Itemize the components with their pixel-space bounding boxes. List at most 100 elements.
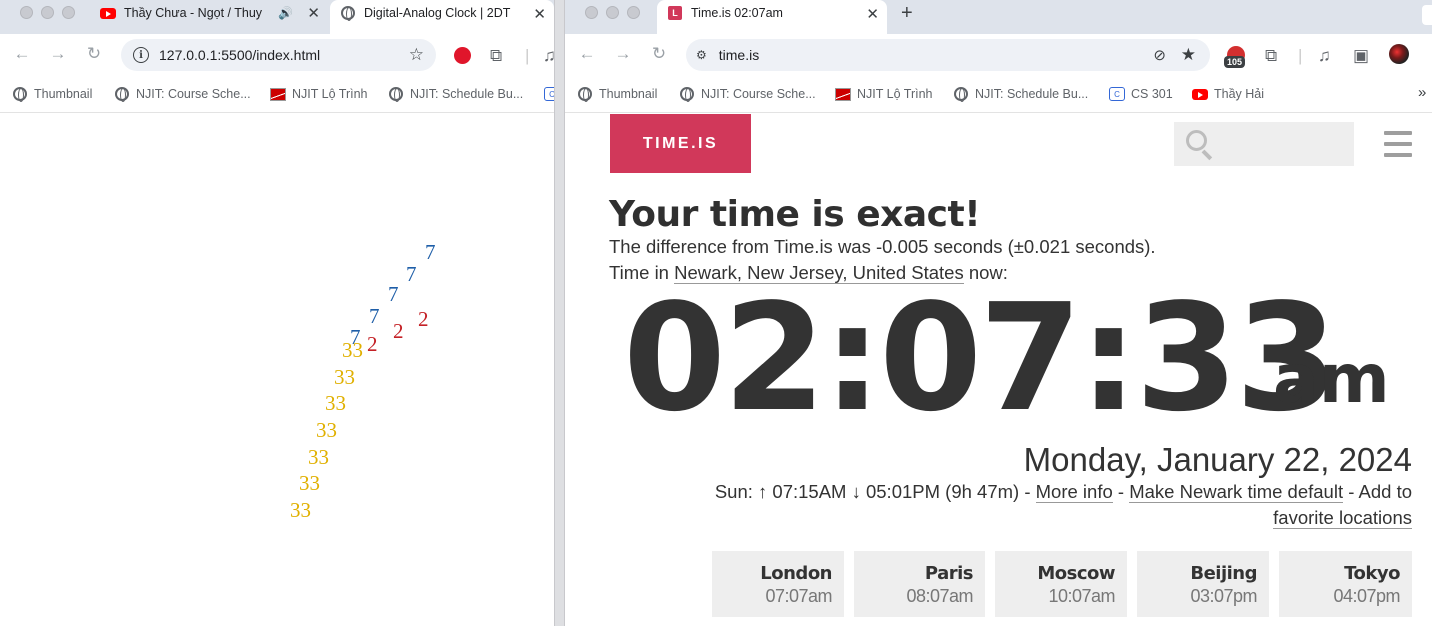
add-favorites-link[interactable]: favorite locations — [1273, 507, 1412, 529]
cs-icon: C — [544, 86, 554, 102]
close-tab-icon[interactable]: ✕ — [533, 5, 546, 23]
city-name: London — [760, 563, 832, 584]
tab-strip: Thầy Chưa - Ngọt / Thuy 🔊 ✕ Digital-Anal… — [0, 0, 554, 34]
clock-page: 7 7 7 7 7 2 2 2 33 33 33 33 33 33 33 — [0, 114, 554, 626]
address-bar[interactable]: ⚙ time.is ⊘ ★ — [686, 39, 1210, 71]
maximize-window-button[interactable] — [62, 6, 75, 19]
flag-icon — [835, 86, 851, 102]
globe-icon — [114, 86, 130, 102]
maximize-window-button[interactable] — [627, 6, 640, 19]
back-icon[interactable]: ← — [10, 44, 34, 64]
close-window-button[interactable] — [585, 6, 598, 19]
forward-icon[interactable]: → — [611, 44, 635, 64]
window-controls — [585, 6, 640, 19]
tab-digital-analog-clock[interactable]: Digital-Analog Clock | 2DT ✕ — [330, 0, 554, 34]
city-card-moscow[interactable]: Moscow 10:07am — [995, 551, 1127, 617]
hour-digit: 7 — [369, 304, 380, 328]
globe-icon — [12, 86, 28, 102]
city-name: Beijing — [1190, 563, 1257, 584]
close-tab-icon[interactable]: ✕ — [866, 5, 879, 23]
second-digit: 33 — [316, 418, 337, 442]
minimize-window-button[interactable] — [606, 6, 619, 19]
main-clock: 02:07:33 — [623, 272, 1338, 444]
timeis-logo[interactable]: TIME.IS — [610, 114, 751, 173]
bookmark-njit-lo-trinh[interactable]: NJIT Lộ Trình — [270, 86, 368, 102]
tab-strip: L Time.is 02:07am ✕ + — [565, 0, 1432, 34]
bookmark-thumbnail[interactable]: Thumbnail — [577, 86, 657, 102]
more-info-link[interactable]: More info — [1035, 481, 1113, 503]
tab-youtube[interactable]: Thầy Chưa - Ngọt / Thuy 🔊 ✕ — [92, 0, 328, 26]
bookmark-cs-icon[interactable]: C — [544, 86, 554, 102]
eye-off-icon[interactable]: ⊘ — [1153, 46, 1166, 64]
menu-icon[interactable] — [1384, 131, 1412, 164]
toolbar-divider: | — [1298, 46, 1303, 65]
extensions-puzzle-icon[interactable]: ⧉ — [490, 46, 502, 66]
address-bar[interactable]: i 127.0.0.1:5500/index.html ☆ — [121, 39, 436, 71]
city-name: Tokyo — [1344, 563, 1400, 584]
city-time: 07:07am — [765, 586, 832, 606]
forward-icon[interactable]: → — [46, 44, 70, 64]
hour-digit: 7 — [388, 282, 399, 306]
bookmark-njit-lo-trinh[interactable]: NJIT Lộ Trình — [835, 86, 933, 102]
bookmark-thay-hai[interactable]: Thầy Hải — [1192, 86, 1264, 102]
site-info-icon[interactable]: i — [133, 47, 149, 63]
bookmark-njit-course[interactable]: NJIT: Course Sche... — [679, 86, 816, 102]
bookmark-njit-course[interactable]: NJIT: Course Sche... — [114, 86, 251, 102]
extension-badge: 105 — [1224, 56, 1246, 68]
url-text: 127.0.0.1:5500/index.html — [159, 47, 321, 63]
close-window-button[interactable] — [20, 6, 33, 19]
bookmark-cs-301[interactable]: C CS 301 — [1109, 86, 1173, 102]
bookmarks-bar: Thumbnail NJIT: Course Sche... NJIT Lộ T… — [565, 78, 1432, 113]
extensions-puzzle-icon[interactable]: ⧉ — [1265, 46, 1277, 66]
second-digit: 33 — [342, 338, 363, 362]
tab-timeis[interactable]: L Time.is 02:07am ✕ — [657, 0, 887, 34]
window-edge — [1422, 5, 1432, 25]
left-browser-window: Thầy Chưa - Ngọt / Thuy 🔊 ✕ Digital-Anal… — [0, 0, 554, 626]
second-digit: 33 — [325, 391, 346, 415]
second-digit: 33 — [308, 445, 329, 469]
search-input[interactable] — [1174, 122, 1354, 166]
bookmark-thumbnail[interactable]: Thumbnail — [12, 86, 92, 102]
city-card-tokyo[interactable]: Tokyo 04:07pm — [1279, 551, 1412, 617]
side-panel-icon[interactable]: ▣ — [1353, 46, 1369, 66]
sun-info-line: Sun: ↑ 07:15AM ↓ 05:01PM (9h 47m) - More… — [714, 481, 1412, 503]
minute-digit: 2 — [418, 307, 429, 331]
site-settings-icon[interactable]: ⚙ — [696, 48, 707, 62]
reload-icon[interactable]: ↻ — [82, 44, 106, 64]
bookmark-star-icon[interactable]: ★ — [1181, 45, 1196, 65]
globe-icon — [953, 86, 969, 102]
toolbar-divider: | — [525, 46, 530, 65]
audio-playing-icon[interactable]: 🔊 — [278, 6, 293, 20]
city-name: Paris — [924, 563, 974, 584]
bookmark-star-icon[interactable]: ☆ — [409, 45, 424, 65]
search-icon — [1186, 130, 1207, 151]
bookmark-njit-schedule[interactable]: NJIT: Schedule Bu... — [388, 86, 523, 102]
media-control-icon[interactable]: ♫ — [1318, 46, 1331, 66]
youtube-icon — [1192, 86, 1208, 102]
city-card-paris[interactable]: Paris 08:07am — [854, 551, 985, 617]
bookmark-njit-schedule[interactable]: NJIT: Schedule Bu... — [953, 86, 1088, 102]
reload-icon[interactable]: ↻ — [647, 44, 671, 64]
window-controls — [20, 6, 75, 19]
globe-icon — [577, 86, 593, 102]
minimize-window-button[interactable] — [41, 6, 54, 19]
page-title: Your time is exact! — [609, 194, 981, 235]
second-digit: 33 — [299, 471, 320, 495]
back-icon[interactable]: ← — [575, 44, 599, 64]
profile-avatar[interactable] — [1389, 44, 1409, 64]
city-time: 08:07am — [906, 586, 973, 606]
toolbar: ← → ↻ ⚙ time.is ⊘ ★ 105 ⧉ | ♫ ▣ — [565, 34, 1432, 78]
make-default-link[interactable]: Make Newark time default — [1129, 481, 1344, 503]
minute-digit: 2 — [367, 332, 378, 356]
city-card-beijing[interactable]: Beijing 03:07pm — [1137, 551, 1269, 617]
city-time: 10:07am — [1048, 586, 1115, 606]
close-tab-icon[interactable]: ✕ — [307, 4, 320, 22]
opera-extension-icon[interactable] — [454, 47, 471, 64]
bookmarks-bar: Thumbnail NJIT: Course Sche... NJIT Lộ T… — [0, 78, 554, 113]
new-tab-icon[interactable]: + — [901, 2, 913, 25]
hour-digit: 7 — [406, 262, 417, 286]
city-card-london[interactable]: London 07:07am — [712, 551, 844, 617]
media-control-icon[interactable]: ♫ — [543, 46, 554, 66]
more-bookmarks-icon[interactable]: » — [1418, 84, 1426, 101]
difference-text: The difference from Time.is was -0.005 s… — [609, 236, 1156, 257]
